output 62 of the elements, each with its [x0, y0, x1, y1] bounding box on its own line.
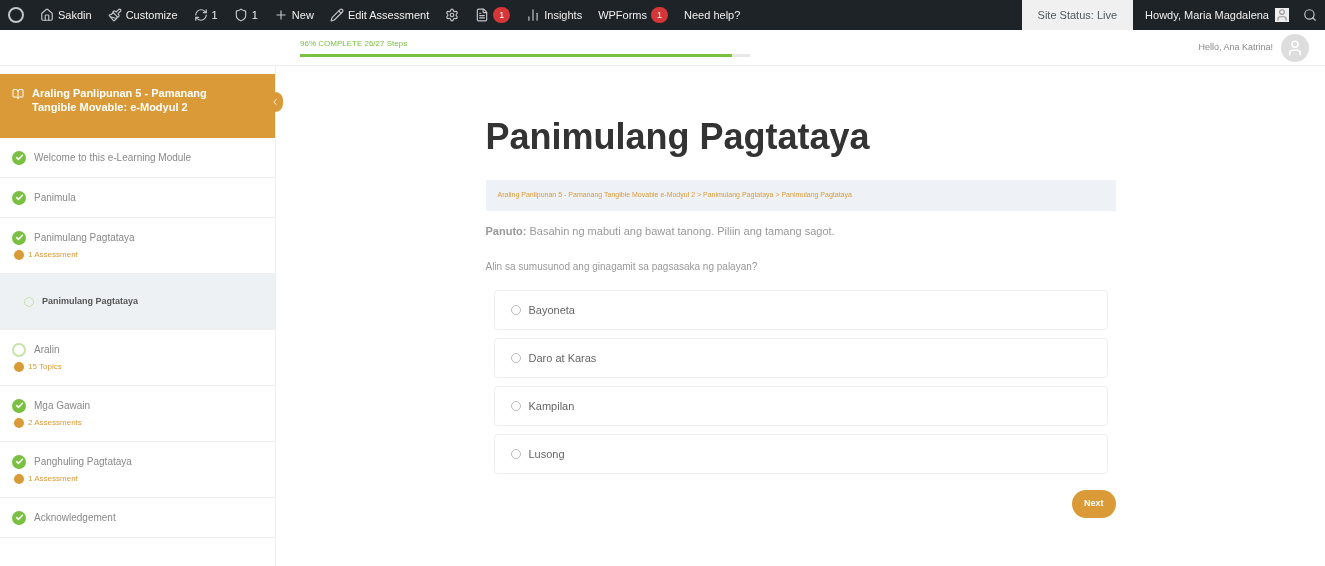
answer-option[interactable]: Bayoneta: [493, 290, 1108, 330]
admin-bar-link[interactable]: Insights: [544, 6, 583, 24]
count-icon: [14, 474, 24, 484]
answer-option[interactable]: Daro at Karas: [493, 338, 1108, 378]
account-link[interactable]: Howdy, Maria Magdalena: [1145, 6, 1269, 24]
instruction-text: Panuto: Basahin ng mabuti ang bawat tanong. Piliin ang tamang sagot.: [485, 223, 836, 239]
lesson-item[interactable]: Acknowledgement: [0, 498, 275, 538]
book-icon: [12, 88, 24, 100]
admin-bar-link[interactable]: Sakdin: [58, 6, 92, 24]
user-greeting: Hello, Ana Katrina!: [1198, 40, 1273, 54]
notification-badge: 1: [651, 7, 669, 23]
admin-bar-link[interactable]: Edit Assessment: [347, 6, 430, 24]
topic-title: Panimulang Pagtataya: [42, 294, 139, 308]
chevron-left-icon: [270, 97, 280, 107]
answer-option[interactable]: Lusong: [493, 434, 1108, 474]
chart-icon[interactable]: [526, 8, 541, 22]
admin-bar-link[interactable]: 1: [251, 6, 258, 24]
pencil-icon[interactable]: [329, 8, 344, 22]
lesson-title: Panimulang Pagtataya: [34, 231, 135, 245]
lesson-meta: 1 Assessment: [28, 249, 78, 261]
lesson-item[interactable]: Panghuling Pagtataya 1 Assessment: [0, 442, 275, 498]
course-title: Araling Panlipunan 5 - Pamanang Tangible Movable: e-Modyul 2: [32, 86, 208, 115]
admin-bar-link[interactable]: New: [291, 6, 314, 24]
search-icon[interactable]: [1303, 8, 1317, 22]
lesson-title: Mga Gawain: [34, 399, 91, 413]
plus-icon[interactable]: [273, 8, 288, 22]
answer-option[interactable]: Kampilan: [493, 386, 1108, 426]
gear-icon[interactable]: [445, 8, 460, 22]
option-label: Lusong: [528, 446, 565, 462]
count-icon: [14, 362, 24, 372]
lesson-title: Welcome to this e-Learning Module: [34, 151, 192, 165]
home-icon[interactable]: [40, 8, 54, 22]
notification-badge: 1: [493, 7, 511, 23]
lesson-title: Panimula: [34, 191, 76, 205]
lesson-title: Acknowledgement: [34, 511, 116, 525]
shield-icon[interactable]: [233, 8, 248, 22]
lesson-item[interactable]: Mga Gawain 2 Assessments: [0, 386, 275, 442]
brush-icon[interactable]: [107, 8, 122, 22]
lesson-item[interactable]: Welcome to this e-Learning Module: [0, 138, 275, 178]
lesson-meta: 15 Topics: [28, 361, 62, 373]
lesson-title: Panghuling Pagtataya: [34, 455, 132, 469]
count-icon: [14, 250, 24, 260]
admin-bar-link[interactable]: Need help?: [684, 6, 741, 24]
option-label: Bayoneta: [528, 302, 575, 318]
option-label: Kampilan: [528, 398, 575, 414]
site-status-link[interactable]: Site Status: Live: [1021, 0, 1134, 30]
lesson-item[interactable]: Aralin 15 Topics: [0, 330, 275, 386]
lesson-item[interactable]: Panimula: [0, 178, 275, 218]
admin-bar-link[interactable]: WPForms: [598, 6, 648, 24]
admin-bar-link[interactable]: 1: [211, 6, 218, 24]
document-icon[interactable]: [475, 8, 490, 22]
question-text: Alin sa sumusunod ang ginagamit sa pagsasaka ng palayan?: [485, 260, 759, 274]
progress-label: 96% COMPLETE 26/27 Steps: [300, 38, 409, 50]
option-label: Daro at Karas: [528, 350, 597, 366]
admin-bar-link[interactable]: Customize: [125, 6, 178, 24]
topic-item[interactable]: Panimulang Pagtataya: [0, 274, 275, 330]
lesson-title: Aralin: [34, 343, 60, 357]
page-title: Panimulang Pagtataya: [485, 115, 871, 159]
lesson-meta: 2 Assessments: [28, 417, 82, 429]
sync-icon[interactable]: [193, 8, 208, 22]
count-icon: [14, 418, 24, 428]
lesson-meta: 1 Assessment: [28, 473, 78, 485]
